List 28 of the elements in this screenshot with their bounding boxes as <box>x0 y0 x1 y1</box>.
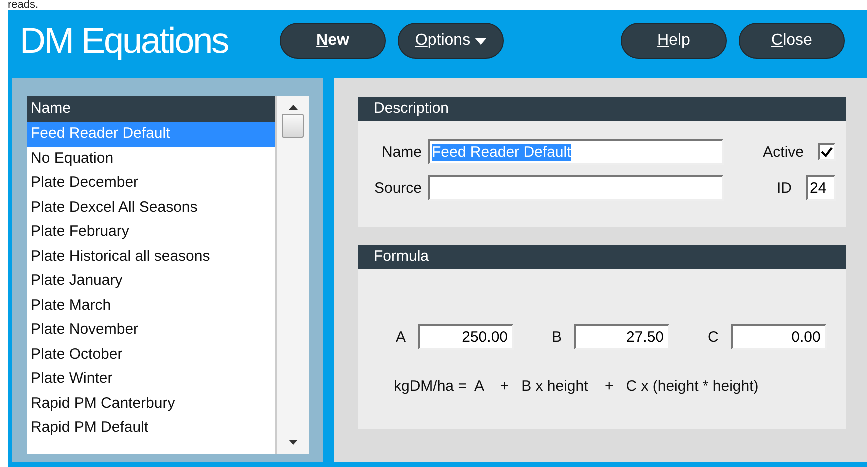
field-label: Name <box>380 144 423 160</box>
field-label: Source <box>373 180 423 196</box>
caption-text: reads. <box>7 0 40 10</box>
window-title: DM Equations <box>20 20 230 62</box>
coefficient-input[interactable]: 250.00 <box>418 324 514 350</box>
field-label: Active <box>763 144 805 160</box>
field-label: B <box>552 328 564 346</box>
section-header: Description <box>358 97 846 121</box>
id-input[interactable]: 24 <box>806 175 836 201</box>
scroll-down-icon[interactable] <box>288 440 298 445</box>
coefficient-input[interactable]: 27.50 <box>574 324 670 350</box>
field-label: ID <box>777 180 793 196</box>
dropdown-button[interactable]: Options <box>398 23 504 59</box>
toolbar-button[interactable]: Help <box>621 23 727 59</box>
toolbar-button[interactable]: Close <box>739 23 845 59</box>
scrollbar[interactable] <box>277 96 309 454</box>
section-header: Formula <box>358 245 846 269</box>
scroll-up-icon[interactable] <box>288 105 298 110</box>
field-label: A <box>396 328 408 346</box>
coefficient-input[interactable]: 0.00 <box>730 324 827 350</box>
toolbar-button[interactable]: New <box>280 23 386 59</box>
column-header[interactable]: Name <box>27 96 275 122</box>
active-checkbox[interactable] <box>818 143 836 161</box>
source-input[interactable] <box>428 175 724 201</box>
caret-icon <box>474 38 487 44</box>
scroll-thumb[interactable] <box>282 114 304 138</box>
field-label: C <box>708 328 720 346</box>
equation-text: kgDM/ha = A + B x height + C x (height * height) <box>393 377 760 395</box>
